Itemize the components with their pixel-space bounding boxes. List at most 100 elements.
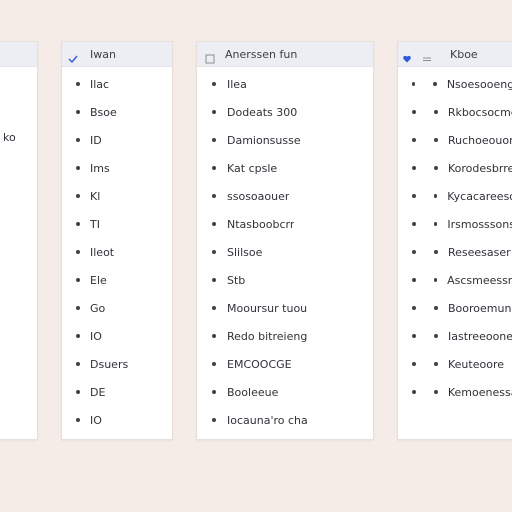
bullet-icon <box>433 110 438 114</box>
list-item[interactable]: IO <box>62 328 172 344</box>
list-item[interactable]: ssosoaouer <box>197 188 373 204</box>
bullet-icon <box>76 418 80 422</box>
list-item[interactable]: Rkbocsocme <box>398 104 512 120</box>
list-item[interactable]: Ilac <box>62 76 172 92</box>
list-item[interactable]: Ele <box>62 272 172 288</box>
bullet-icon <box>412 82 416 86</box>
bullet-icon <box>434 334 438 338</box>
item-label: Stb <box>227 273 246 287</box>
item-label: TI <box>90 217 100 231</box>
bullet-icon <box>434 138 438 142</box>
list-item[interactable]: IO <box>62 412 172 428</box>
bullet-icon <box>76 194 80 198</box>
bullet-icon <box>76 390 80 394</box>
list-item[interactable]: EMCOOCGE <box>197 356 373 372</box>
list-item[interactable]: Iastreeoone <box>398 328 512 344</box>
bullet-icon <box>433 194 438 198</box>
list-item[interactable]: Kemoenessa <box>398 384 512 400</box>
list-item[interactable]: Slilsoe <box>197 244 373 260</box>
bullet-icon <box>412 110 416 114</box>
list-item[interactable]: DE <box>62 384 172 400</box>
list-item[interactable]: Dsuers <box>62 356 172 372</box>
bullet-icon <box>212 110 216 114</box>
item-label: Kemoenessa <box>447 385 512 399</box>
list-item[interactable]: Mooursur tuou <box>197 300 373 316</box>
bullet-icon <box>412 250 416 254</box>
list-item[interactable]: Keuteoore <box>398 356 512 372</box>
bullet-icon <box>212 362 216 366</box>
item-label: Korodesbrre <box>448 161 512 175</box>
bullet-icon <box>76 166 80 170</box>
list-item[interactable]: Korodesbrre <box>398 160 512 176</box>
bullet-icon <box>76 82 80 86</box>
item-label: EMCOOCGE <box>227 357 292 371</box>
list-item[interactable]: Damionsusse <box>197 132 373 148</box>
item-label: Bsoe <box>90 105 117 119</box>
item-label: Keuteoore <box>448 357 504 371</box>
list-item[interactable]: Ruchoeouon <box>398 132 512 148</box>
bullet-icon <box>412 278 416 282</box>
list-item[interactable]: Reseesaser <box>398 244 512 260</box>
item-label: Ntasboobcrr <box>227 217 295 231</box>
bullet-icon <box>212 222 216 226</box>
list-panel-1: ko <box>0 41 38 440</box>
bullet-icon <box>76 250 80 254</box>
item-label: Nsoesooengpe <box>446 77 512 91</box>
list-item[interactable]: Irsmosssonse <box>398 216 512 232</box>
list-item[interactable]: Kycacareeson <box>398 188 512 204</box>
list-item[interactable]: Dodeats 300 <box>197 104 373 120</box>
list-item[interactable]: Booroemun <box>398 300 512 316</box>
list-item[interactable] <box>0 72 37 88</box>
list-item[interactable]: Booleeue <box>197 384 373 400</box>
panel-header: Anerssen fun <box>197 42 373 67</box>
bullet-icon <box>212 418 216 422</box>
panel-header: Kboe <box>398 42 512 67</box>
bullet-icon <box>412 306 416 310</box>
list-item[interactable]: Ilea <box>197 76 373 92</box>
item-label: Ilea <box>227 77 247 91</box>
bullet-icon <box>412 222 416 226</box>
list-item[interactable]: Kat cpsle <box>197 160 373 176</box>
list-item[interactable]: Ascsmeessme <box>398 272 512 288</box>
bullet-icon <box>412 166 416 170</box>
list-item[interactable]: Go <box>62 300 172 316</box>
list-item[interactable]: Kl <box>62 188 172 204</box>
item-label: Ruchoeouon <box>448 133 512 147</box>
list-item[interactable]: Ims <box>62 160 172 176</box>
list-item[interactable]: Bsoe <box>62 104 172 120</box>
bullet-icon <box>212 82 216 86</box>
item-label: Dsuers <box>90 357 129 371</box>
list-item[interactable]: Ileot <box>62 244 172 260</box>
item-label: Go <box>90 301 106 315</box>
list-item[interactable]: ID <box>62 132 172 148</box>
item-label: Ascsmeessme <box>447 273 512 287</box>
bullet-icon <box>433 278 438 282</box>
bullet-icon <box>433 82 437 86</box>
list-item[interactable]: Iocauna'ro cha <box>197 412 373 428</box>
bullet-icon <box>434 166 438 170</box>
list-item[interactable]: Stb <box>197 272 373 288</box>
list-item[interactable]: ko <box>0 129 37 145</box>
list-item[interactable]: Nsoesooengpe <box>398 76 512 92</box>
bullet-icon <box>434 306 438 310</box>
bullet-icon <box>76 278 80 282</box>
bullet-icon <box>76 306 80 310</box>
bullet-icon <box>434 250 438 254</box>
square-icon <box>205 49 215 64</box>
bullet-icon <box>412 334 416 338</box>
item-label: ID <box>90 133 102 147</box>
list-item[interactable]: TI <box>62 216 172 232</box>
bullet-icon <box>412 362 416 366</box>
list-item[interactable]: Ntasboobcrr <box>197 216 373 232</box>
menu-icon[interactable] <box>422 49 432 61</box>
item-label: Damionsusse <box>227 133 301 147</box>
bullet-icon <box>212 138 216 142</box>
bullet-icon <box>76 110 80 114</box>
item-label: Ilac <box>90 77 110 91</box>
item-label: Reseesaser <box>448 245 511 259</box>
bullet-icon <box>212 194 216 198</box>
list-item[interactable]: Redo bitreieng <box>197 328 373 344</box>
list-item[interactable] <box>0 101 37 117</box>
bullet-icon <box>76 362 80 366</box>
panel-title: Anerssen fun <box>225 47 298 61</box>
